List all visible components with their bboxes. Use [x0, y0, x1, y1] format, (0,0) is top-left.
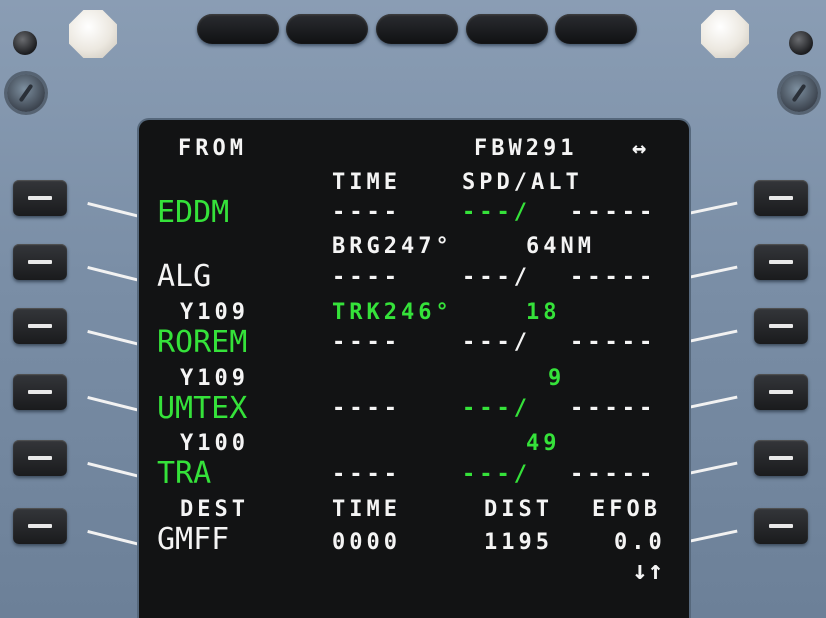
lsk-4r-button[interactable] — [754, 374, 808, 410]
lsk-1l-button[interactable] — [13, 180, 67, 216]
waypoint-alg: ALG — [157, 259, 212, 294]
leg-distance: 18 — [526, 300, 561, 325]
dest-dist-label: DIST — [484, 497, 553, 522]
dest-efob: 0.0 — [614, 530, 666, 555]
screw-top-right — [789, 31, 813, 55]
waypoint-altitude: ----- — [570, 200, 657, 225]
top-button-5[interactable] — [555, 14, 637, 44]
lsk-6r-button[interactable] — [754, 508, 808, 544]
screw-top-left — [13, 31, 37, 55]
waypoint-tra: TRA — [157, 456, 212, 491]
lsk-1r-button[interactable] — [754, 180, 808, 216]
bolt-right — [780, 74, 818, 112]
vertical-scroll-arrows-icon: ↓↑ — [632, 556, 664, 586]
leg-distance: 64NM — [526, 234, 595, 259]
lsk-2l-button[interactable] — [13, 244, 67, 280]
waypoint-speed: ---/ — [462, 200, 531, 225]
dest-time-label: TIME — [332, 497, 401, 522]
brightness-knob-left[interactable] — [69, 10, 117, 58]
lsk-6l-button[interactable] — [13, 508, 67, 544]
waypoint-eddm: EDDM — [157, 195, 230, 230]
leg-distance: 9 — [548, 366, 566, 391]
top-button-4[interactable] — [466, 14, 548, 44]
waypoint-altitude: ----- — [570, 330, 657, 355]
dest-time: 0000 — [332, 530, 401, 555]
lsk-3l-button[interactable] — [13, 308, 67, 344]
dest-efob-label: EFOB — [592, 497, 661, 522]
waypoint-altitude: ----- — [570, 396, 657, 421]
waypoint-time: ---- — [332, 462, 401, 487]
waypoint-speed: ---/ — [462, 265, 531, 290]
lsk-3r-button[interactable] — [754, 308, 808, 344]
leg-bearing: BRG247° — [332, 234, 453, 259]
top-button-3[interactable] — [376, 14, 458, 44]
dest-distance: 1195 — [484, 530, 553, 555]
airway-label: Y100 — [180, 431, 249, 456]
waypoint-time: ---- — [332, 265, 401, 290]
lsk-5l-button[interactable] — [13, 440, 67, 476]
waypoint-speed: ---/ — [462, 396, 531, 421]
dest-label: DEST — [180, 497, 249, 522]
waypoint-time: ---- — [332, 396, 401, 421]
waypoint-time: ---- — [332, 330, 401, 355]
leg-distance: 49 — [526, 431, 561, 456]
from-label: FROM — [178, 136, 247, 161]
leg-track: TRK246° — [332, 300, 453, 325]
waypoint-time: ---- — [332, 200, 401, 225]
flight-number: FBW291 — [474, 136, 578, 161]
top-button-1[interactable] — [197, 14, 279, 44]
airway-label: Y109 — [180, 366, 249, 391]
lsk-5r-button[interactable] — [754, 440, 808, 476]
spd-alt-column-header: SPD/ALT — [462, 170, 583, 195]
waypoint-umtex: UMTEX — [157, 391, 248, 426]
waypoint-altitude: ----- — [570, 265, 657, 290]
waypoint-speed: ---/ — [462, 462, 531, 487]
destination-airport: GMFF — [157, 522, 230, 557]
top-button-2[interactable] — [286, 14, 368, 44]
waypoint-rorem: ROREM — [157, 325, 248, 360]
lsk-2r-button[interactable] — [754, 244, 808, 280]
time-column-header: TIME — [332, 170, 401, 195]
waypoint-speed: ---/ — [462, 330, 531, 355]
waypoint-altitude: ----- — [570, 462, 657, 487]
brightness-knob-right[interactable] — [701, 10, 749, 58]
bolt-left — [7, 74, 45, 112]
lsk-4l-button[interactable] — [13, 374, 67, 410]
lateral-scroll-arrows-icon: ↔ — [632, 134, 647, 162]
airway-label: Y109 — [180, 300, 249, 325]
